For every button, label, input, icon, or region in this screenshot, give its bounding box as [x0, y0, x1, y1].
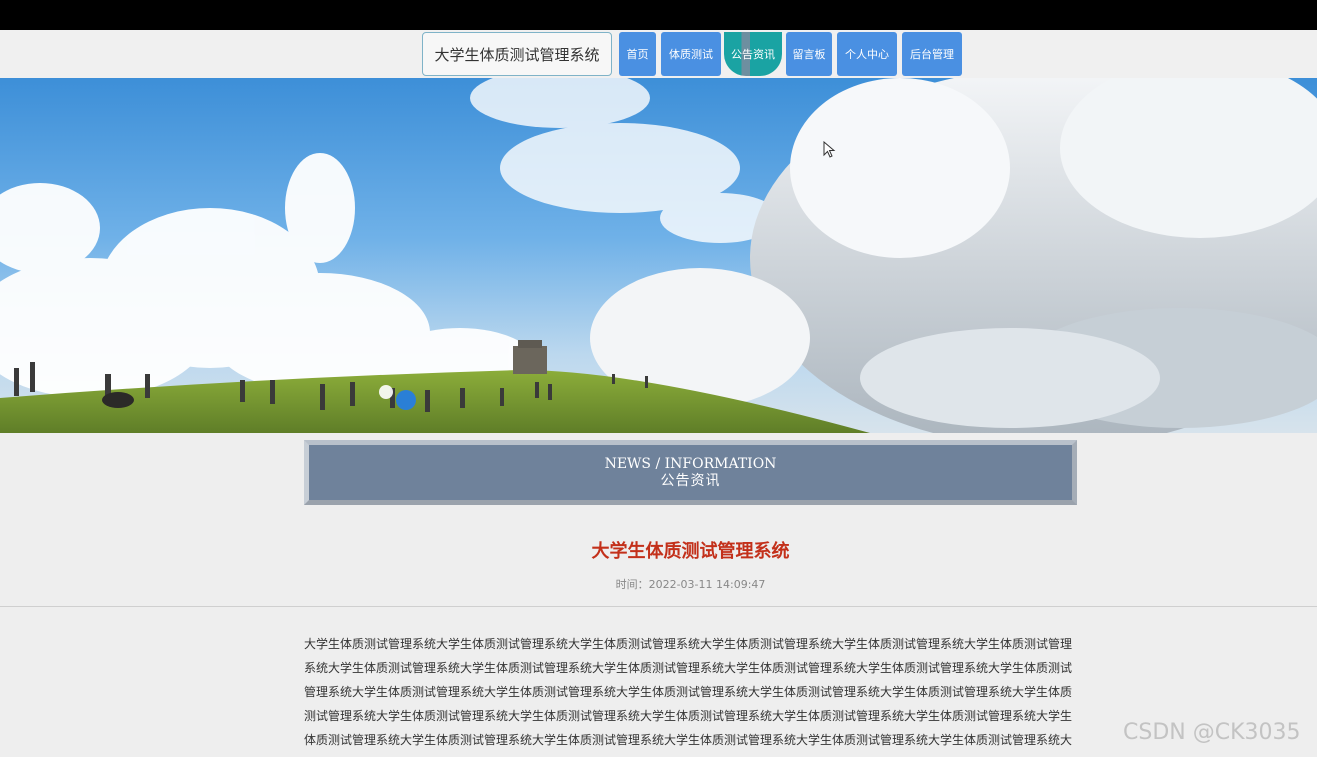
- top-nav: 大学生体质测试管理系统 首页 体质测试 公告资讯 留言板 个人中心 后台管理: [0, 30, 1317, 78]
- banner-landscape-image: [0, 78, 1317, 433]
- news-header-english: NEWS / INFORMATION: [604, 455, 777, 472]
- window-top-bar: [0, 0, 1317, 30]
- divider: [0, 606, 1317, 607]
- article-body: 大学生体质测试管理系统大学生体质测试管理系统大学生体质测试管理系统大学生体质测试…: [304, 637, 1073, 747]
- article-title: 大学生体质测试管理系统: [591, 541, 790, 562]
- watermark: CSDN @CK3035: [1123, 720, 1301, 745]
- news-header-chinese: 公告资讯: [660, 472, 721, 489]
- nav-admin[interactable]: 后台管理: [902, 32, 962, 76]
- nav-personal-center[interactable]: 个人中心: [837, 32, 897, 76]
- article-timestamp: 时间：2022-03-11 14:09:47: [615, 578, 766, 591]
- news-section-header: NEWS / INFORMATION 公告资讯: [304, 440, 1077, 505]
- nav-home[interactable]: 首页: [619, 32, 656, 76]
- mouse-pointer-icon: [823, 141, 836, 158]
- hero-banner: [0, 78, 1317, 433]
- site-title[interactable]: 大学生体质测试管理系统: [422, 32, 612, 76]
- nav-fitness-test[interactable]: 体质测试: [661, 32, 721, 76]
- nav-announcements[interactable]: 公告资讯: [724, 32, 782, 76]
- nav-message-board[interactable]: 留言板: [786, 32, 832, 76]
